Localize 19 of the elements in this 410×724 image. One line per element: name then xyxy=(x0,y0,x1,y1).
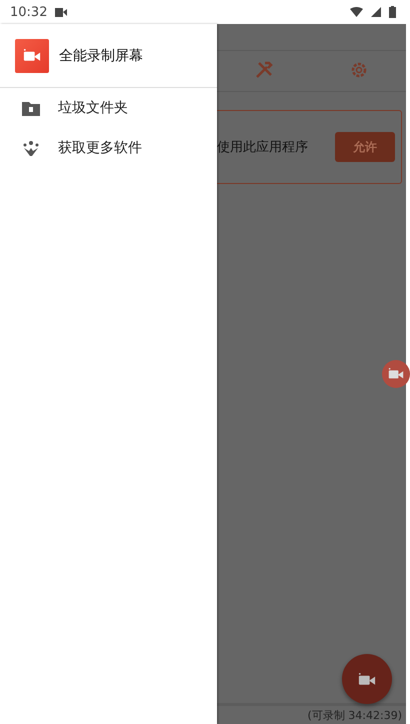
remaining-time: (可录制 34:42:39) xyxy=(308,708,402,722)
permission-message: 使用此应用程序 xyxy=(217,139,308,156)
video-camera-icon xyxy=(358,672,376,686)
battery-icon xyxy=(389,6,396,18)
wifi-icon xyxy=(350,7,363,17)
status-time: 10:32 xyxy=(10,4,48,20)
signal-icon xyxy=(371,7,381,17)
tools-icon xyxy=(255,61,274,79)
app-name: 全能录制屏幕 xyxy=(59,46,143,64)
video-camera-icon xyxy=(55,8,68,16)
drawer-item[interactable]: 垃圾文件夹 xyxy=(0,88,217,128)
settings-icon xyxy=(350,61,368,79)
app-logo xyxy=(15,38,49,72)
drawer-item[interactable]: 获取更多软件 xyxy=(0,128,217,168)
sprout-icon xyxy=(22,140,40,156)
video-camera-icon xyxy=(388,368,404,380)
floating-record-button[interactable] xyxy=(382,360,410,388)
record-button[interactable] xyxy=(342,654,392,704)
folder-icon xyxy=(22,100,40,116)
